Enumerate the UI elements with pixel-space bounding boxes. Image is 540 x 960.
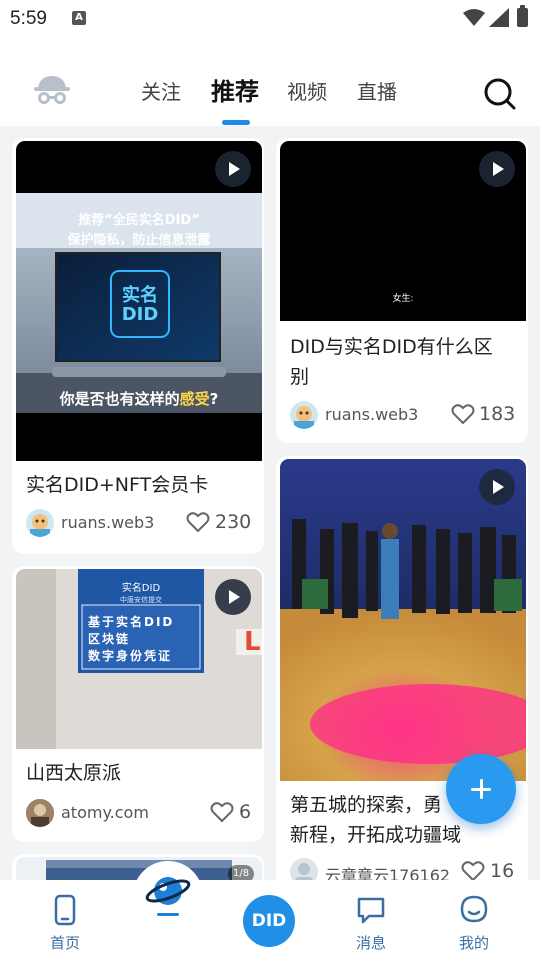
nav-explore[interactable]: [133, 861, 203, 931]
phone-icon: [54, 894, 76, 926]
battery-icon: [517, 5, 528, 27]
username[interactable]: ruans.web3: [61, 513, 154, 532]
card-meta: ruans.web3 183: [290, 401, 520, 431]
sign-sub: 中唐安信提交: [120, 596, 162, 604]
sign-line-1: 基于实名DID: [88, 615, 175, 629]
video-thumbnail[interactable]: 推荐“全民实名DID” 保护隐私，防止信息泄露 实名 DID 你是否也有这样的感…: [16, 141, 262, 461]
video-thumbnail[interactable]: 实名DID 中唐安信提交 基于实名DID 区块链 数字身份凭证 L: [16, 569, 262, 749]
search-icon[interactable]: [483, 77, 517, 111]
avatar[interactable]: [26, 509, 54, 537]
heart-icon[interactable]: [186, 511, 210, 533]
sign-line-3: 数字身份凭证: [88, 649, 173, 663]
tab-live[interactable]: 直播: [357, 76, 397, 105]
nav-home-label: 首页: [49, 934, 80, 952]
card-title: 山西太原派: [26, 762, 122, 784]
avatar[interactable]: [26, 799, 54, 827]
screen-text-2: DID: [121, 304, 159, 325]
card-meta: 云章章云176162 16: [290, 858, 520, 880]
username[interactable]: ruans.web3: [325, 405, 418, 424]
video-thumbnail[interactable]: 女生:: [280, 141, 526, 321]
like-count: 16: [490, 860, 515, 880]
card-title: 实名DID+NFT会员卡: [26, 474, 209, 496]
message-icon: [357, 897, 385, 924]
like-count: 183: [479, 403, 516, 425]
overlay-headline-2: 保护隐私，防止信息泄露: [67, 233, 211, 248]
sign-line-2: 区块链: [88, 632, 131, 646]
play-icon[interactable]: [215, 151, 251, 187]
add-post-button[interactable]: [446, 754, 516, 824]
wifi-icon: [463, 9, 485, 26]
caption-highlight: 感受: [179, 390, 210, 408]
active-tab-indicator: [222, 120, 250, 125]
did-button[interactable]: DID: [243, 895, 295, 947]
username[interactable]: atomy.com: [61, 803, 149, 822]
feed-card[interactable]: 推荐“全民实名DID” 保护隐私，防止信息泄露 实名 DID 你是否也有这样的感…: [12, 138, 264, 554]
image-count-badge: 1/8: [228, 865, 255, 880]
avatar[interactable]: [290, 858, 318, 880]
video-thumbnail[interactable]: [280, 459, 526, 781]
bottom-navigation: 首页 DID 消息 我的: [0, 861, 540, 960]
tab-recommend[interactable]: 推荐: [211, 72, 259, 107]
overlay-headline-1: 推荐“全民实名DID”: [78, 213, 200, 228]
caption-prefix: 你是否也有这样的: [59, 390, 180, 408]
card-title-line-2: 别: [290, 366, 310, 388]
play-icon[interactable]: [215, 579, 251, 615]
top-header: 关注 推荐 视频 直播: [0, 40, 540, 126]
wall-letter: L: [244, 627, 261, 657]
feed-tabs: 关注 推荐 视频 直播: [0, 40, 540, 126]
card-meta: atomy.com 6: [26, 799, 256, 829]
status-time: 5:59: [10, 8, 47, 29]
planet-icon: [145, 877, 191, 916]
username[interactable]: 云章章云176162: [325, 862, 450, 880]
heart-icon[interactable]: [461, 860, 485, 880]
video-subtitle: 女生:: [392, 294, 414, 304]
profile-icon: [460, 895, 488, 923]
sign-top: 实名DID: [121, 583, 161, 594]
feed-card[interactable]: 女生: DID与实名DID有什么区 别 ruans.web3 183: [276, 138, 528, 443]
nav-profile[interactable]: 我的: [434, 880, 514, 960]
card-title-line-1: 第五城的探索，勇: [290, 794, 443, 816]
notification-a-icon: A: [72, 11, 86, 25]
avatar[interactable]: [290, 401, 318, 429]
card-meta: ruans.web3 230: [26, 509, 256, 539]
card-title-line-2: 新程，开拓成功疆域: [290, 824, 462, 846]
caption-suffix: ?: [209, 390, 219, 408]
heart-icon[interactable]: [451, 403, 475, 425]
card-title-line-1: DID与实名DID有什么区: [290, 336, 493, 358]
overlay-caption: 你是否也有这样的感受?: [16, 388, 262, 409]
heart-icon[interactable]: [210, 801, 234, 823]
nav-home[interactable]: 首页: [25, 880, 105, 960]
tab-video[interactable]: 视频: [287, 76, 327, 105]
nav-messages[interactable]: 消息: [331, 880, 411, 960]
play-icon[interactable]: [479, 151, 515, 187]
nav-profile-label: 我的: [458, 934, 489, 952]
tab-follow[interactable]: 关注: [141, 76, 181, 105]
like-count: 6: [239, 801, 252, 823]
feed-card[interactable]: 实名DID 中唐安信提交 基于实名DID 区块链 数字身份凭证 L 山西太原派 …: [12, 566, 264, 842]
thumbnail-image: [280, 459, 526, 781]
like-count: 230: [215, 511, 252, 533]
play-icon[interactable]: [479, 469, 515, 505]
nav-messages-label: 消息: [355, 934, 386, 952]
signal-icon: [489, 8, 509, 27]
status-bar: 5:59 A: [0, 0, 540, 40]
